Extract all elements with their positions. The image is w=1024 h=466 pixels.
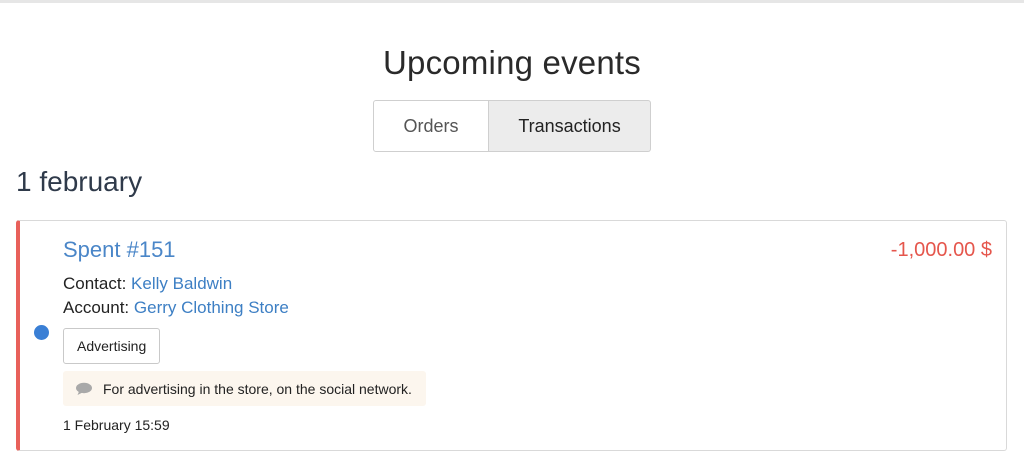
contact-row: Contact: Kelly Baldwin [63, 274, 232, 294]
tab-transactions[interactable]: Transactions [489, 100, 651, 152]
speech-bubble-icon [75, 382, 93, 396]
contact-link[interactable]: Kelly Baldwin [131, 274, 232, 293]
event-amount: -1,000.00 $ [890, 239, 992, 261]
tab-orders[interactable]: Orders [373, 100, 489, 152]
comment-text: For advertising in the store, on the soc… [103, 380, 412, 397]
contact-label: Contact: [63, 274, 127, 293]
top-divider [0, 0, 1024, 3]
category-tag-button[interactable]: Advertising [63, 328, 161, 364]
status-dot-icon [34, 325, 49, 340]
account-row: Account: Gerry Clothing Store [63, 298, 289, 318]
page-title: Upcoming events [383, 44, 641, 82]
event-card[interactable]: Spent #151 -1,000.00 $ Contact: Kelly Ba… [16, 220, 1007, 451]
date-group-heading: 1 february [16, 166, 143, 197]
comment-box: For advertising in the store, on the soc… [63, 371, 426, 406]
event-title-link[interactable]: Spent #151 [63, 237, 176, 263]
event-timestamp: 1 February 15:59 [63, 417, 170, 433]
event-type-tabs: Orders Transactions [373, 100, 651, 152]
account-label: Account: [63, 298, 130, 317]
account-link[interactable]: Gerry Clothing Store [134, 298, 289, 317]
